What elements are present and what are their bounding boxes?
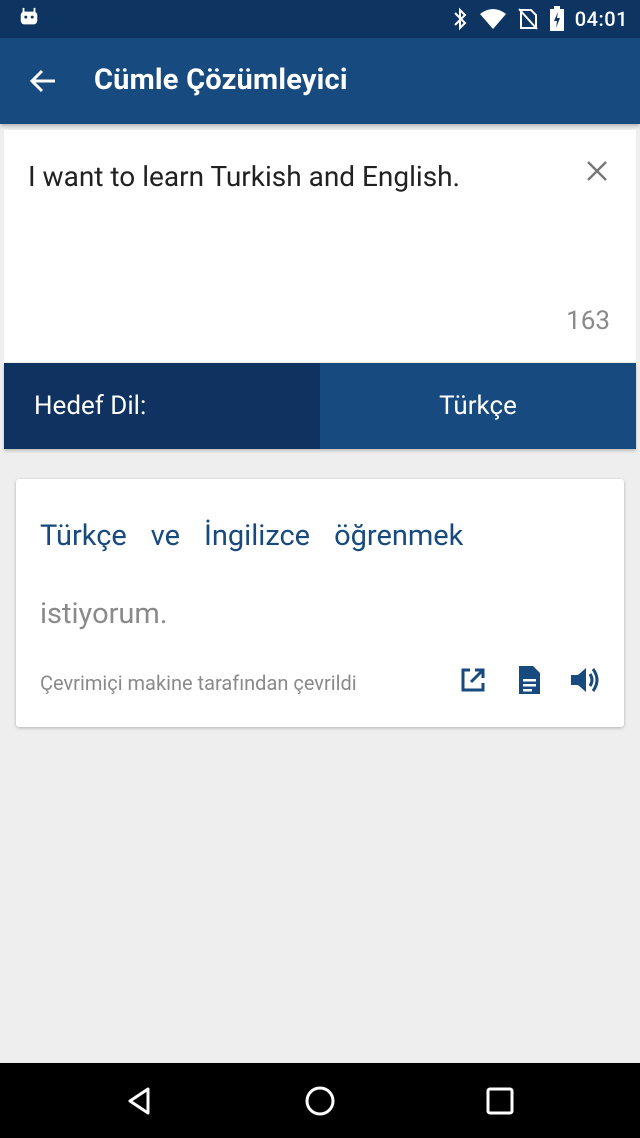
document-icon[interactable] (512, 663, 546, 697)
clock: 04:01 (574, 7, 628, 31)
bluetooth-icon (454, 7, 467, 31)
open-external-icon[interactable] (456, 663, 490, 697)
back-triangle-icon[interactable] (122, 1083, 158, 1119)
machine-translation-note: Çevrimiçi makine tarafından çevrildi (40, 671, 357, 695)
result-actions (456, 663, 602, 697)
result-word[interactable]: Türkçe (40, 519, 127, 553)
wifi-icon (479, 9, 506, 29)
recents-square-icon[interactable] (482, 1083, 518, 1119)
result-word[interactable]: İngilizce (204, 519, 310, 553)
navigation-bar (0, 1063, 640, 1138)
sentence-input[interactable]: I want to learn Turkish and English. (28, 160, 460, 193)
translated-words: Türkçe ve İngilizce öğrenmek istiyorum. (40, 497, 600, 653)
no-sim-icon (518, 8, 538, 30)
home-circle-icon[interactable] (302, 1083, 338, 1119)
app-bar: Cümle Çözümleyici (0, 38, 640, 124)
sentence-input-card[interactable]: I want to learn Turkish and English. 163 (4, 130, 636, 362)
target-language-label: Hedef Dil: (4, 363, 320, 449)
android-icon (20, 7, 38, 25)
page-title: Cümle Çözümleyici (94, 63, 348, 97)
character-count: 163 (566, 306, 610, 336)
target-language-row: Hedef Dil: Türkçe (4, 363, 636, 449)
result-line: istiyorum. (40, 575, 600, 653)
result-word[interactable]: ve (151, 519, 180, 553)
result-line: Türkçe ve İngilizce öğrenmek (40, 497, 600, 575)
arrow-back-icon[interactable] (28, 66, 58, 96)
volume-icon[interactable] (568, 663, 602, 697)
result-word[interactable]: öğrenmek (334, 519, 463, 553)
target-language-selector[interactable]: Türkçe (320, 363, 636, 449)
close-icon[interactable] (584, 158, 610, 184)
result-word: istiyorum. (40, 597, 168, 631)
translation-result-card: Türkçe ve İngilizce öğrenmek istiyorum. … (16, 479, 624, 727)
status-bar: 04:01 (0, 0, 640, 38)
battery-charging-icon (549, 6, 564, 31)
